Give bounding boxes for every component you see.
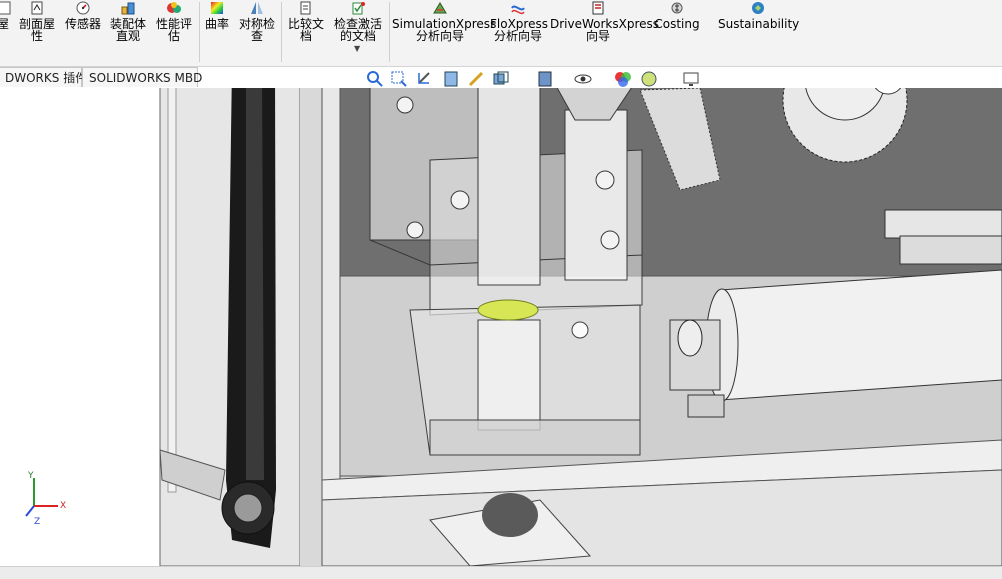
sustainability-icon xyxy=(752,2,764,14)
graphics-viewport[interactable] xyxy=(0,88,1002,566)
status-bar xyxy=(0,566,1002,579)
ribbon-item-costing[interactable]: Costing xyxy=(652,0,702,64)
housing-pillar xyxy=(321,88,341,497)
performance-evaluation-icon xyxy=(167,2,181,13)
ribbon-item-curvature[interactable]: 曲率 xyxy=(202,0,232,64)
bearing xyxy=(677,319,703,357)
pulley-hub xyxy=(233,493,263,523)
ribbon-item-driveworksxpress[interactable]: DriveWorksXpress 向导 xyxy=(550,0,659,64)
floxpress-icon xyxy=(511,5,525,15)
ribbon-separator xyxy=(389,2,390,62)
ribbon-item-performance-evaluation[interactable]: 性能评 估 xyxy=(152,0,196,64)
ribbon-separator xyxy=(281,2,282,62)
panel-edge xyxy=(167,88,177,493)
ribbon-item-check-active-document[interactable]: 检查激活 的文档 xyxy=(330,0,386,64)
section-properties-icon xyxy=(31,1,43,15)
view-orientation-icon[interactable] xyxy=(491,69,511,89)
dynamic-annotation-icon[interactable] xyxy=(467,69,487,89)
curvature-icon xyxy=(211,2,223,14)
simulationxpress-icon xyxy=(433,2,447,14)
hide-show-items-icon[interactable] xyxy=(573,69,593,89)
triad-y-label: Y xyxy=(27,471,34,481)
motor-body xyxy=(719,269,1002,401)
chevron-down-icon[interactable]: ▼ xyxy=(354,44,360,53)
coordinate-triad: Y X Z xyxy=(25,471,66,527)
zoom-area-icon[interactable] xyxy=(389,69,409,89)
assembly-visualization-icon xyxy=(121,2,135,15)
sensor-icon xyxy=(76,1,90,15)
display-style-icon[interactable] xyxy=(535,69,555,89)
roller xyxy=(482,493,538,537)
driveworksxpress-icon xyxy=(592,1,604,15)
ribbon-item-sensor[interactable]: 传感器 xyxy=(62,0,104,64)
ribbon-item-assembly-visualization[interactable]: 装配体 直观 xyxy=(106,0,150,64)
bearing-foot xyxy=(687,394,725,418)
symmetry-check-icon xyxy=(251,2,263,14)
tab-solidworks-addins[interactable]: DWORKS 插件 xyxy=(0,67,87,87)
ribbon-item-section-properties[interactable]: 剖面屋 性 xyxy=(16,0,58,64)
view-settings-icon[interactable] xyxy=(681,69,701,89)
motor-bracket xyxy=(884,209,1002,239)
ribbon-item-simulationxpress[interactable]: SimulationXpress 分析向导 xyxy=(392,0,496,64)
ribbon-item-sustainability[interactable]: Sustainability xyxy=(718,0,799,64)
ribbon-item-symmetry-check[interactable]: 对称检 查 xyxy=(236,0,278,64)
compare-documents-icon xyxy=(300,1,311,15)
costing-icon xyxy=(671,2,683,14)
apply-scene-icon[interactable] xyxy=(639,69,659,89)
ribbon-item-properties[interactable]: 屋 xyxy=(0,0,11,64)
edit-appearance-icon[interactable] xyxy=(613,69,633,89)
triad-x-label: X xyxy=(60,501,66,511)
previous-view-icon[interactable] xyxy=(415,69,435,89)
section-view-icon[interactable] xyxy=(441,69,461,89)
ribbon-item-floxpress[interactable]: FloXpress 分析向导 xyxy=(490,0,548,64)
property-icon xyxy=(0,1,11,15)
ribbon-item-compare-documents[interactable]: 比较文 档 xyxy=(284,0,328,64)
zoom-to-fit-icon[interactable] xyxy=(365,69,385,89)
motor-mount xyxy=(899,235,1002,265)
belt-inner xyxy=(246,88,264,480)
command-ribbon: 屋 剖面屋 性 传感器 装配体 直观 性能评 估 曲率 对称检 查 比较文 档 … xyxy=(0,0,1002,67)
tab-solidworks-mbd[interactable]: SOLIDWORKS MBD xyxy=(82,67,202,87)
ribbon-separator xyxy=(199,2,200,62)
triad-z-label: Z xyxy=(34,517,40,527)
check-active-document-icon xyxy=(352,2,365,15)
